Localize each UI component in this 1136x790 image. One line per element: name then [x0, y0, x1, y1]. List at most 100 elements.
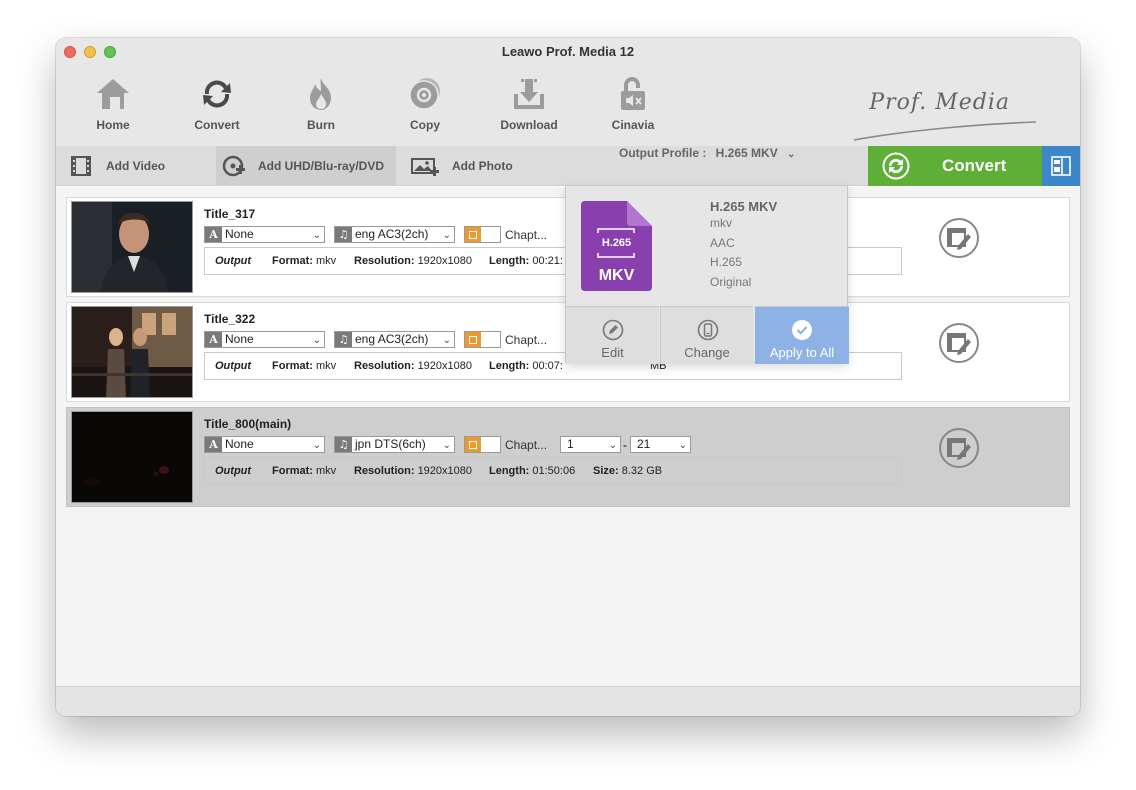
video-thumbnail: [71, 411, 193, 503]
convert-circle-icon: [882, 152, 910, 180]
subtitle-select[interactable]: A None ⌄: [204, 436, 325, 453]
title-name: Title_317: [204, 207, 256, 221]
format-label: Format:: [272, 255, 313, 267]
chevron-down-icon: ⌄: [312, 230, 321, 241]
output-label: Output: [215, 255, 252, 267]
audio-track-select[interactable]: ♫ eng AC3(2ch) ⌄: [334, 331, 455, 348]
add-video-label: Add Video: [106, 159, 166, 173]
pencil-icon: [602, 319, 624, 341]
disc-add-icon: [222, 155, 245, 177]
music-note-icon: ♫: [335, 332, 352, 347]
close-window-button[interactable]: [64, 46, 76, 58]
device-icon: [697, 319, 719, 341]
add-disc-label: Add UHD/Blu-ray/DVD: [258, 159, 385, 173]
add-disc-button[interactable]: Add UHD/Blu-ray/DVD: [216, 146, 396, 186]
format-value: mkv: [316, 360, 337, 372]
copy-icon: [409, 78, 440, 110]
profile-video-codec: H.265: [710, 255, 743, 269]
size-value: 8.32 GB: [621, 465, 663, 477]
toolbar-download[interactable]: Download: [489, 76, 569, 132]
output-info: Output Format: mkv Resolution: 1920x1080…: [204, 457, 902, 485]
output-profile-selector[interactable]: Output Profile : H.265 MKV ⌄: [619, 146, 795, 186]
chapter-start-select[interactable]: 1 ⌄: [560, 436, 621, 453]
prof-media-logo: Prof. Media: [850, 84, 1040, 144]
external-subtitle-toggle[interactable]: [464, 436, 501, 453]
external-subtitle-toggle[interactable]: [464, 331, 501, 348]
resolution-label: Resolution:: [354, 255, 415, 267]
toolbar-burn[interactable]: Burn: [281, 76, 361, 132]
download-icon: [514, 79, 544, 109]
subtitle-icon: A: [205, 227, 222, 242]
chapter-end-select[interactable]: 21 ⌄: [630, 436, 691, 453]
video-thumbnail: [71, 201, 193, 293]
add-photo-label: Add Photo: [452, 159, 513, 173]
window-title: Leawo Prof. Media 12: [501, 44, 635, 59]
minimize-window-button[interactable]: [84, 46, 96, 58]
mkv-icon-format: MKV: [598, 267, 635, 284]
panel-toggle-icon: [1051, 156, 1071, 176]
apply-to-all-button[interactable]: Apply to All: [755, 306, 849, 364]
edit-profile-label: Edit: [601, 345, 624, 360]
apply-to-all-label: Apply to All: [769, 345, 835, 360]
toolbar-download-label: Download: [500, 118, 558, 132]
edit-profile-button[interactable]: Edit: [566, 306, 659, 364]
convert-icon: [203, 80, 231, 108]
audio-track-select[interactable]: ♫ jpn DTS(6ch) ⌄: [334, 436, 455, 453]
film-edit-icon: [947, 438, 971, 460]
edit-video-button[interactable]: [939, 428, 979, 468]
subtitle-select[interactable]: A None ⌄: [204, 331, 325, 348]
audio-track-select[interactable]: ♫ eng AC3(2ch) ⌄: [334, 226, 455, 243]
film-edit-icon: [947, 228, 971, 250]
convert-button[interactable]: Convert: [868, 146, 1042, 186]
change-profile-button[interactable]: Change: [660, 306, 753, 364]
title-bar: Leawo Prof. Media 12: [56, 38, 1080, 66]
title-row[interactable]: Title_800(main) A None ⌄ ♫ jpn DTS(6ch) …: [66, 407, 1070, 507]
chevron-down-icon: ⌄: [442, 230, 451, 241]
output-profile-label: Output Profile :: [619, 146, 707, 160]
photo-add-icon: [411, 158, 439, 176]
profile-resolution: Original: [710, 274, 752, 289]
main-toolbar: Home Convert Burn Copy Download Cinavia …: [56, 66, 1080, 146]
chevron-down-icon: ⌄: [678, 440, 687, 451]
edit-video-button[interactable]: [939, 218, 979, 258]
resolution-value: 1920x1080: [417, 360, 473, 372]
toolbar-copy-label: Copy: [410, 118, 440, 132]
toolbar-home[interactable]: Home: [73, 76, 153, 132]
subtitle-icon: A: [205, 437, 222, 452]
resolution-label: Resolution:: [354, 465, 415, 477]
subtitle-value: None: [225, 227, 254, 241]
resolution-label: Resolution:: [354, 360, 415, 372]
title-name: Title_800(main): [204, 417, 292, 431]
chapter-range-separator: -: [623, 438, 627, 452]
length-label: Length:: [489, 255, 530, 267]
subtitle-square-icon: [465, 227, 481, 242]
chapter-end-value: 21: [637, 437, 651, 451]
film-icon: [71, 156, 91, 176]
format-label: Format:: [272, 465, 313, 477]
add-photo-button[interactable]: Add Photo: [410, 146, 550, 186]
checkmark-icon: [792, 320, 812, 340]
convert-button-label: Convert: [942, 156, 1007, 175]
toolbar-copy[interactable]: Copy: [385, 76, 465, 132]
length-label: Length:: [489, 465, 530, 477]
toolbar-convert-label: Convert: [194, 118, 240, 132]
burn-icon: [310, 78, 331, 110]
output-label: Output: [215, 465, 252, 477]
toolbar-burn-label: Burn: [307, 118, 335, 132]
toolbar-cinavia[interactable]: Cinavia: [593, 76, 673, 132]
add-video-button[interactable]: Add Video: [70, 146, 216, 186]
edit-video-button[interactable]: [939, 323, 979, 363]
home-icon: [97, 79, 129, 109]
toggle-sidebar-button[interactable]: [1042, 146, 1080, 186]
subtitle-select[interactable]: A None ⌄: [204, 226, 325, 243]
chapters-label: Chapt...: [505, 228, 548, 242]
audio-track-value: jpn DTS(6ch): [355, 437, 426, 451]
mkv-icon-codec: H.265: [601, 237, 632, 249]
profile-audio-codec: AAC: [710, 235, 735, 250]
external-subtitle-toggle[interactable]: [464, 226, 501, 243]
toolbar-cinavia-label: Cinavia: [611, 118, 655, 132]
title-name: Title_322: [204, 312, 256, 326]
zoom-window-button[interactable]: [104, 46, 116, 58]
toolbar-convert[interactable]: Convert: [177, 76, 257, 132]
resolution-value: 1920x1080: [417, 465, 473, 477]
